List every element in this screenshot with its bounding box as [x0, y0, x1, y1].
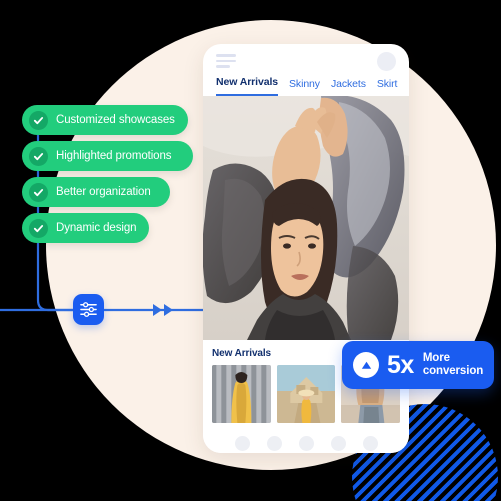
feature-pill-label: Better organization: [56, 186, 151, 198]
tab-new-arrivals[interactable]: New Arrivals: [216, 76, 278, 96]
phone-topbar: [203, 44, 409, 72]
category-tabs: New Arrivals Skinny Jackets Skirt: [203, 72, 409, 96]
pagination-dot[interactable]: [298, 436, 314, 451]
check-circle-icon: [29, 146, 48, 166]
feature-pill-label: Customized showcases: [56, 114, 175, 126]
conversion-multiplier: 5x: [387, 350, 414, 379]
check-circle-icon: [29, 110, 48, 130]
illustration-canvas: New Arrivals Skinny Jackets Skirt New Ar…: [0, 0, 501, 501]
feature-pill-highlighted-promotions[interactable]: Highlighted promotions: [22, 141, 193, 171]
pagination-dot[interactable]: [362, 436, 378, 451]
thumbnail-1[interactable]: [212, 365, 271, 423]
pagination-dots: [212, 423, 400, 451]
check-circle-icon: [29, 218, 48, 238]
check-circle-icon: [29, 182, 48, 202]
hamburger-menu-icon[interactable]: [216, 54, 236, 68]
conversion-badge: 5x More conversion: [342, 341, 494, 389]
feature-pill-dynamic-design[interactable]: Dynamic design: [22, 213, 149, 243]
up-arrow-circle-icon: [353, 352, 379, 378]
conversion-caption-line1: More: [422, 352, 450, 364]
hero-product-image[interactable]: [203, 96, 409, 340]
feature-pill-customized-showcases[interactable]: Customized showcases: [22, 105, 188, 135]
conversion-caption-line2: conversion: [422, 365, 484, 377]
tab-skinny[interactable]: Skinny: [289, 78, 320, 96]
sliders-icon[interactable]: [73, 294, 104, 325]
conversion-caption: More conversion: [423, 352, 483, 378]
pagination-dot[interactable]: [266, 436, 282, 451]
tab-jackets[interactable]: Jackets: [331, 78, 366, 96]
feature-pill-label: Highlighted promotions: [56, 150, 172, 162]
feature-pill-better-organization[interactable]: Better organization: [22, 177, 170, 207]
phone-mockup: New Arrivals Skinny Jackets Skirt New Ar…: [203, 44, 409, 453]
avatar[interactable]: [377, 51, 396, 71]
thumbnail-2[interactable]: [276, 365, 336, 423]
pagination-dot[interactable]: [234, 436, 250, 451]
feature-pill-label: Dynamic design: [56, 222, 137, 234]
tab-skirt[interactable]: Skirt: [377, 78, 398, 96]
pagination-dot[interactable]: [330, 436, 346, 451]
